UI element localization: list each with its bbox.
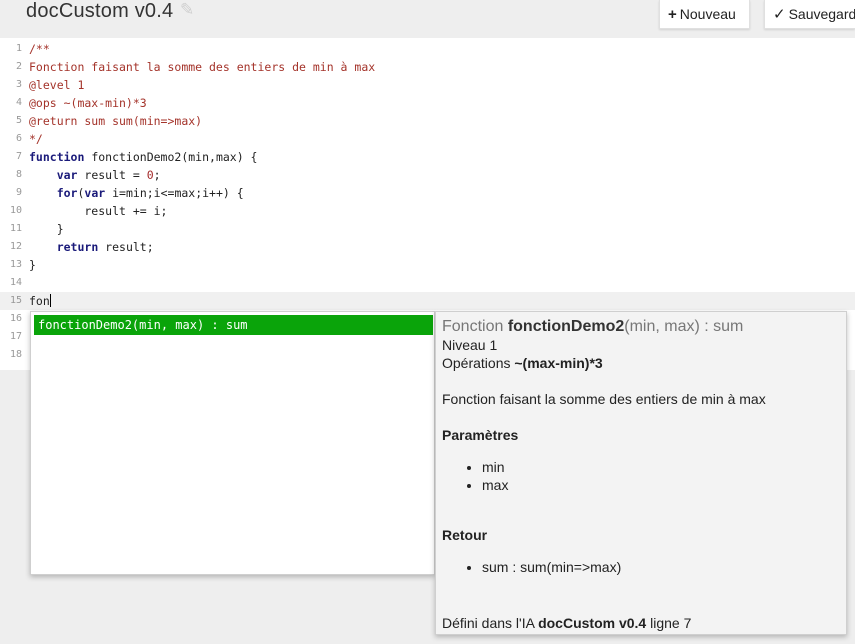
- code-text: fon: [29, 292, 51, 310]
- code-text: @level 1: [29, 78, 85, 92]
- line-number: 2: [15, 61, 22, 72]
- code-fragment: i=min;i<=max;i++) {: [105, 186, 244, 200]
- new-button-label: Nouveau: [679, 6, 736, 22]
- doc-param-item: min: [482, 458, 840, 476]
- line-number: 3: [15, 79, 22, 90]
- code-line: 9 for(var i=min;i<=max;i++) {: [0, 184, 855, 202]
- code-text: @ops ~(max-min)*3: [29, 96, 147, 110]
- code-line: 8 var result = 0;: [0, 166, 855, 184]
- doc-return-item: sum : sum(min=>max): [482, 558, 840, 576]
- doc-signature-prefix: Fonction: [442, 318, 508, 335]
- autocomplete-item-selected[interactable]: fonctionDemo2(min, max) : sum: [34, 315, 433, 335]
- doc-defined-in: Défini dans l'IA docCustom v0.4 ligne 7: [442, 614, 691, 632]
- code-text: }: [29, 222, 64, 236]
- line-number: 4: [15, 97, 22, 108]
- code-line: 10 result += i;: [0, 202, 855, 220]
- code-text: result += i;: [29, 204, 168, 218]
- code-text: for(var i=min;i<=max;i++) {: [29, 184, 244, 202]
- doc-level-value: 1: [489, 337, 498, 353]
- keyword: for: [56, 186, 78, 200]
- line-number: 18: [9, 349, 22, 360]
- code-fragment: result =: [77, 168, 147, 182]
- line-number: 13: [9, 259, 22, 270]
- doc-function-name: fonctionDemo2: [507, 318, 625, 335]
- doc-param-item: max: [482, 476, 840, 494]
- typed-text: fon: [29, 294, 50, 308]
- line-number: 6: [15, 133, 22, 144]
- code-line: 1 /**: [0, 40, 855, 58]
- save-button-label: Sauvegard: [788, 6, 855, 22]
- keyword: return: [56, 240, 99, 254]
- line-number: 9: [15, 187, 22, 198]
- line-number: 16: [9, 313, 22, 324]
- code-line: 5 @return sum sum(min=>max): [0, 112, 855, 130]
- number-literal: 0: [146, 168, 154, 182]
- code-text: }: [29, 258, 36, 272]
- plus-icon: +: [668, 6, 677, 23]
- doc-defined-prefix: Défini dans l'IA: [442, 615, 539, 631]
- code-fragment: result;: [98, 240, 154, 254]
- line-number: 10: [9, 205, 22, 216]
- doc-params-title: Paramètres: [442, 427, 519, 443]
- line-number: 11: [9, 223, 22, 234]
- doc-ops-label: Opérations: [442, 355, 515, 371]
- line-number: 12: [9, 241, 22, 252]
- line-number: 7: [15, 151, 22, 162]
- line-number: 15: [9, 295, 22, 306]
- code-line: 2 Fonction faisant la somme des entiers d…: [0, 58, 855, 76]
- code-line: 6 */: [0, 130, 855, 148]
- code-fragment: fonctionDemo2(min,max) {: [84, 150, 258, 164]
- code-text: /**: [29, 42, 50, 56]
- code-line: 12 return result;: [0, 238, 855, 256]
- page-title: docCustom v0.4: [26, 0, 174, 22]
- code-text: @return sum sum(min=>max): [29, 114, 203, 128]
- code-text: var result = 0;: [29, 166, 161, 184]
- pencil-icon[interactable]: ✎: [180, 0, 194, 20]
- keyword: var: [84, 186, 106, 200]
- doc-return-title: Retour: [442, 527, 488, 543]
- save-button[interactable]: ✓ Sauvegard: [764, 0, 855, 29]
- app-header: docCustom v0.4 ✎ + Nouveau ✓ Sauvegard: [0, 0, 855, 38]
- line-number: 17: [9, 331, 22, 342]
- active-code-line: 15 fon: [0, 292, 855, 310]
- doc-params-list: min max: [442, 458, 840, 494]
- code-line: 3 @level 1: [0, 76, 855, 94]
- code-text: function fonctionDemo2(min,max) {: [29, 148, 257, 166]
- doc-defined-ai: docCustom v0.4: [538, 615, 647, 631]
- autocomplete-list[interactable]: fonctionDemo2(min, max) : sum: [30, 311, 435, 575]
- line-number: 8: [15, 169, 22, 180]
- doc-defined-line: 7: [683, 615, 692, 631]
- code-text: return result;: [29, 238, 154, 256]
- code-line: 4 @ops ~(max-min)*3: [0, 94, 855, 112]
- code-text: */: [29, 132, 43, 146]
- doc-ops: Opérations ~(max-min)*3: [442, 354, 840, 372]
- doc-description: Fonction faisant la somme des entiers de…: [442, 391, 766, 407]
- doc-return-list: sum : sum(min=>max): [442, 558, 840, 576]
- code-line: 7 function fonctionDemo2(min,max) {: [0, 148, 855, 166]
- line-number: 14: [9, 277, 22, 288]
- code-line: 14: [0, 274, 855, 292]
- autocomplete-doc-panel: Fonction fonctionDemo2(min, max) : sum N…: [435, 311, 847, 635]
- code-fragment: ;: [153, 168, 161, 182]
- doc-signature: Fonction fonctionDemo2(min, max) : sum: [442, 318, 840, 336]
- keyword: var: [56, 168, 78, 182]
- doc-signature-suffix: (min, max) : sum: [624, 318, 744, 335]
- text-cursor: [49, 294, 51, 307]
- doc-ops-value: ~(max-min)*3: [514, 355, 603, 371]
- code-line: 11 }: [0, 220, 855, 238]
- code-line: 13}: [0, 256, 855, 274]
- doc-defined-line-label: ligne: [646, 615, 684, 631]
- code-text: Fonction faisant la somme des entiers de…: [29, 60, 376, 74]
- line-number: 5: [15, 115, 22, 126]
- keyword: function: [29, 150, 85, 164]
- doc-level: Niveau 1: [442, 336, 840, 354]
- new-button[interactable]: + Nouveau: [659, 0, 750, 29]
- check-icon: ✓: [773, 6, 786, 23]
- line-number: 1: [15, 43, 22, 54]
- doc-level-label: Niveau: [442, 337, 490, 353]
